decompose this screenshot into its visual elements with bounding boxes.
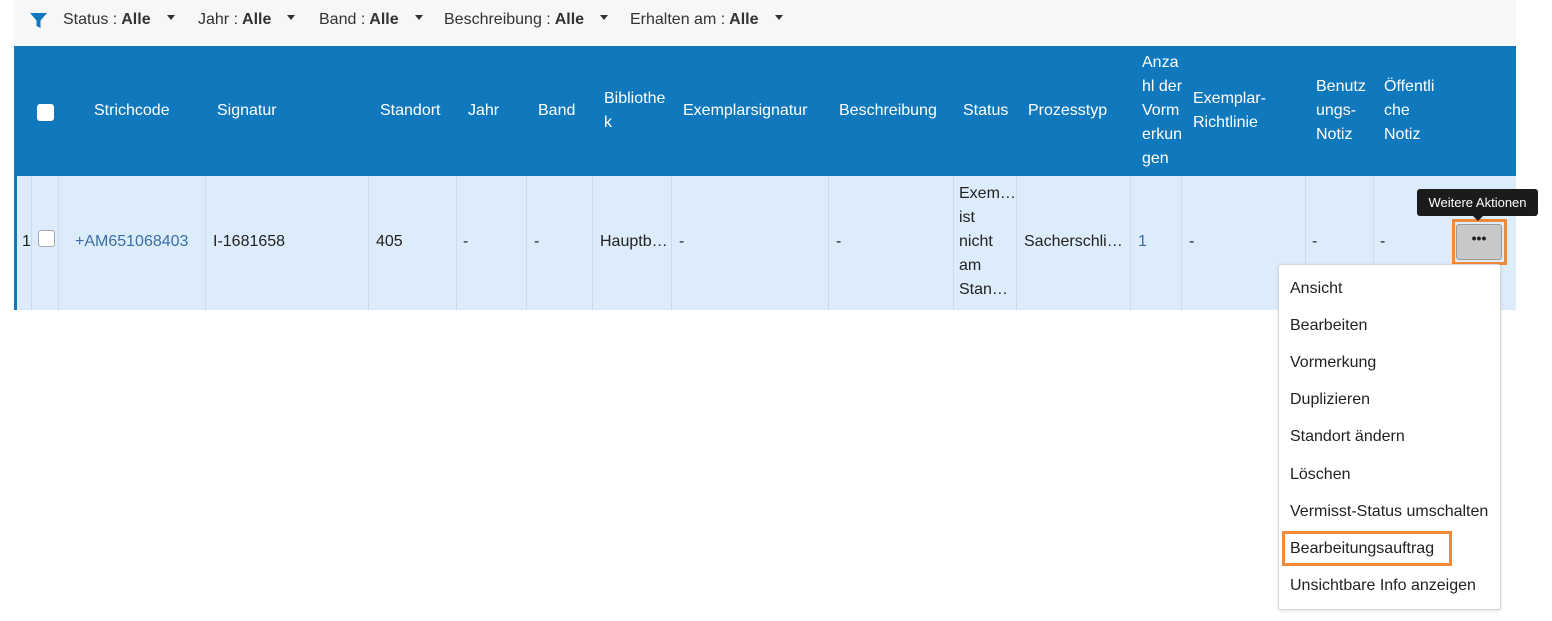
filter-year[interactable]: Jahr : Alle <box>198 11 296 33</box>
col-status[interactable]: Status <box>963 99 1008 123</box>
cell-divider <box>1016 176 1017 310</box>
row-index: 1 <box>22 233 31 250</box>
cell-divider <box>205 176 206 310</box>
cell-divider <box>526 176 527 310</box>
filter-band[interactable]: Band : Alle <box>319 11 423 33</box>
col-requests-line: gen <box>1142 150 1169 167</box>
filter-label: Band : <box>319 11 366 28</box>
col-location[interactable]: Standort <box>380 99 440 123</box>
col-band[interactable]: Band <box>538 99 575 123</box>
menu-item-delete[interactable]: Löschen <box>1290 464 1351 486</box>
cell-item-signature: - <box>679 233 685 250</box>
col-item-signature[interactable]: Exemplarsignatur <box>683 99 808 123</box>
filter-value: Alle <box>729 11 759 28</box>
menu-item-toggle-missing[interactable]: Vermisst-Status umschalten <box>1290 501 1488 523</box>
highlight-work-order <box>1282 531 1452 566</box>
cell-signature: I-1681658 <box>213 233 286 250</box>
col-description[interactable]: Beschreibung <box>839 99 937 123</box>
tooltip-arrow <box>1473 216 1483 221</box>
filter-status[interactable]: Status : Alle <box>63 11 175 33</box>
select-all-checkbox[interactable] <box>37 104 54 121</box>
cell-library: Hauptb… <box>600 233 668 250</box>
col-requests-line: Vorm <box>1142 102 1180 119</box>
col-barcode[interactable]: Strichcode <box>94 99 170 123</box>
col-public-note-line: Notiz <box>1384 126 1421 143</box>
cell-process-type: Sacherschli… <box>1024 233 1123 250</box>
col-process-type[interactable]: Prozesstyp <box>1028 99 1107 123</box>
caret-down-icon <box>600 15 609 21</box>
caret-down-icon <box>414 15 423 21</box>
filter-label: Jahr : <box>198 11 239 28</box>
cell-divider <box>31 176 32 310</box>
menu-item-view[interactable]: Ansicht <box>1290 278 1342 300</box>
cell-user-note: - <box>1312 233 1318 250</box>
row-checkbox[interactable] <box>38 230 55 247</box>
cell-divider <box>953 176 954 310</box>
cell-divider <box>1130 176 1131 310</box>
filter-label: Erhalten am : <box>630 11 726 28</box>
cell-status-line: Exem… <box>959 185 1016 202</box>
cell-divider <box>828 176 829 310</box>
col-requests-line: Anza <box>1142 54 1179 71</box>
cell-status-line: am <box>959 257 982 274</box>
col-item-policy-line: Exemplar- <box>1193 90 1266 107</box>
col-signature[interactable]: Signatur <box>217 99 277 123</box>
col-user-note-line: Benutz <box>1316 78 1366 95</box>
barcode-link[interactable]: +AM651068403 <box>75 230 188 254</box>
col-requests-line: erkun <box>1142 126 1183 143</box>
highlight-more-actions <box>1452 219 1507 265</box>
col-library-line: Bibliothe <box>604 90 666 107</box>
cell-item-policy: - <box>1189 233 1195 250</box>
filter-value: Alle <box>554 11 585 28</box>
menu-item-show-hidden-info[interactable]: Unsichtbare Info anzeigen <box>1290 575 1476 597</box>
cell-divider <box>456 176 457 310</box>
filter-label: Status : <box>63 11 118 28</box>
table-header: Strichcode Signatur Standort Jahr Band B… <box>14 46 1516 176</box>
cell-status: Exem… ist nicht am Stan… <box>959 182 1016 302</box>
filter-bar: Status : Alle Jahr : Alle Band : Alle Besch… <box>14 0 1516 46</box>
col-item-policy[interactable]: Exemplar- Richtlinie <box>1193 87 1266 135</box>
col-library-line: k <box>604 114 612 131</box>
cell-divider <box>58 176 59 310</box>
menu-item-duplicate[interactable]: Duplizieren <box>1290 389 1370 411</box>
filter-label: Beschreibung : <box>444 11 551 28</box>
col-public-note-line: che <box>1384 102 1410 119</box>
filter-description[interactable]: Beschreibung : Alle <box>444 11 609 33</box>
col-user-note-line: ungs- <box>1316 102 1357 119</box>
cell-location: 405 <box>376 233 403 250</box>
cell-status-line: Stan… <box>959 281 1008 298</box>
cell-status-line: ist <box>959 209 975 226</box>
cell-divider <box>592 176 593 310</box>
filter-value: Alle <box>369 11 399 28</box>
cell-description: - <box>836 233 842 250</box>
caret-down-icon <box>166 15 175 21</box>
col-year[interactable]: Jahr <box>468 99 499 123</box>
filter-value: Alle <box>242 11 272 28</box>
col-public-note[interactable]: Öffentli che Notiz <box>1384 75 1434 147</box>
col-public-note-line: Öffentli <box>1384 78 1435 95</box>
col-user-note[interactable]: Benutz ungs- Notiz <box>1316 75 1366 147</box>
col-requests[interactable]: Anza hl der Vorm erkun gen <box>1142 51 1182 171</box>
cell-status-line: nicht <box>959 233 993 250</box>
caret-down-icon <box>774 15 783 21</box>
filter-received-on[interactable]: Erhalten am : Alle <box>630 11 783 33</box>
col-item-policy-line: Richtlinie <box>1193 114 1258 131</box>
col-requests-line: hl der <box>1142 78 1183 95</box>
cell-divider <box>671 176 672 310</box>
cell-public-note: - <box>1380 233 1386 250</box>
requests-link[interactable]: 1 <box>1138 230 1147 254</box>
cell-divider <box>1181 176 1182 310</box>
col-user-note-line: Notiz <box>1316 126 1353 143</box>
menu-item-change-location[interactable]: Standort ändern <box>1290 426 1405 448</box>
cell-divider <box>368 176 369 310</box>
cell-year: - <box>463 233 469 250</box>
cell-band: - <box>534 233 540 250</box>
filter-value: Alle <box>121 11 151 28</box>
caret-down-icon <box>287 15 296 21</box>
filter-icon[interactable] <box>30 13 47 29</box>
tooltip: Weitere Aktionen <box>1417 189 1538 216</box>
menu-item-edit[interactable]: Bearbeiten <box>1290 315 1367 337</box>
col-library[interactable]: Bibliothe k <box>604 87 665 135</box>
menu-item-request[interactable]: Vormerkung <box>1290 352 1376 374</box>
